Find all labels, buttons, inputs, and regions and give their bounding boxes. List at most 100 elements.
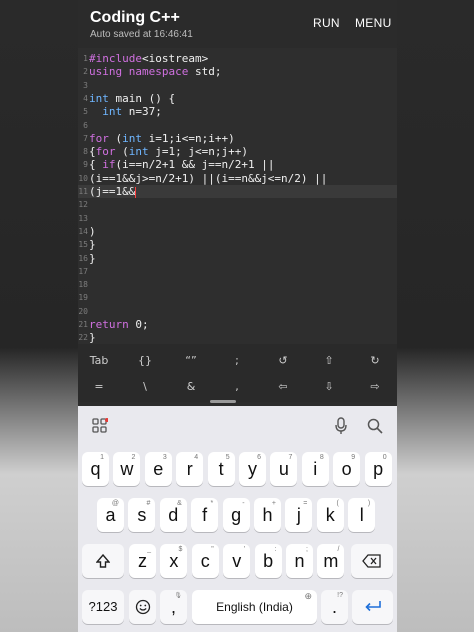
key-o[interactable]: o9 <box>333 452 361 486</box>
microphone-icon[interactable] <box>334 417 348 435</box>
equals-key[interactable]: = <box>84 380 114 393</box>
code-line[interactable]: 7 for (int i=1;i<=n;i++) <box>78 132 397 145</box>
code-line[interactable]: 14) <box>78 225 397 238</box>
phone-screen: Coding C++ Auto saved at 16:46:41 RUN ME… <box>78 0 397 632</box>
code-line[interactable]: 1 #include<iostream> <box>78 52 397 65</box>
key-v[interactable]: v ' <box>223 544 251 578</box>
key-f[interactable]: f * <box>191 498 219 532</box>
key-c[interactable]: c " <box>191 544 219 578</box>
apps-grid-icon[interactable] <box>92 418 108 434</box>
comma-symbol-key[interactable]: , <box>222 380 252 393</box>
key-k[interactable]: k( <box>316 498 344 532</box>
code-line[interactable]: 15} <box>78 238 397 251</box>
key-y[interactable]: y6 <box>239 452 266 486</box>
key-i[interactable]: i8 <box>301 452 329 486</box>
code-line[interactable]: 5 int n=37; <box>78 105 397 118</box>
key-t[interactable]: t5 <box>207 452 235 486</box>
line-number: 12 <box>78 200 88 210</box>
key-label: u <box>278 459 289 479</box>
redo-key[interactable]: ↻ <box>360 354 390 367</box>
tab-key[interactable]: Tab <box>84 354 114 367</box>
code-line[interactable]: 17 <box>78 265 397 278</box>
keyboard-toolbar <box>78 406 397 444</box>
key-j[interactable]: j = <box>285 498 313 532</box>
key-a[interactable]: a @ <box>97 498 124 532</box>
line-number: 22 <box>78 333 88 343</box>
arrow-right-key[interactable]: ⇨ <box>360 380 390 393</box>
key-z[interactable]: z _ <box>129 544 156 578</box>
key-m[interactable]: m / <box>317 544 345 578</box>
key-w[interactable]: w2 <box>113 452 141 486</box>
search-icon[interactable] <box>367 418 383 434</box>
undo-key[interactable]: ↺ <box>268 354 298 367</box>
key-hint: 8 <box>319 454 324 461</box>
line-number: 16 <box>78 253 88 263</box>
code-line[interactable]: 20 <box>78 305 397 318</box>
line-number: 5 <box>83 107 88 117</box>
code-line[interactable]: 19 <box>78 291 397 304</box>
code-line[interactable]: 10 (i==1&&j>=n/2+1) ||(i==n&&j<=n/2) || <box>78 172 397 185</box>
backspace-icon <box>362 554 381 568</box>
run-button[interactable]: RUN <box>313 16 340 30</box>
code-line[interactable]: 21 return 0; <box>78 318 397 331</box>
line-number: 8 <box>83 147 88 157</box>
code-line[interactable]: 18 <box>78 278 397 291</box>
arrow-left-key[interactable]: ⇦ <box>268 380 298 393</box>
backslash-key[interactable]: \ <box>130 380 160 393</box>
code-text: } <box>89 238 96 252</box>
key-b[interactable]: b: <box>254 544 282 578</box>
code-line[interactable]: 3 <box>78 79 397 92</box>
shift-up-key[interactable]: ⇧ <box>314 354 344 367</box>
line-number: 9 <box>83 160 88 170</box>
key-s[interactable]: s # <box>128 498 156 532</box>
code-line[interactable]: 9{ if(i==n/2+1 && j==n/2+1 || <box>78 158 397 171</box>
key-label: v <box>232 551 242 571</box>
code-line[interactable]: 11 (j==1&& <box>78 185 397 198</box>
key-label: i <box>313 459 318 479</box>
key-hint: 3 <box>162 454 167 461</box>
code-line[interactable]: 6 <box>78 119 397 132</box>
period-key[interactable]: .!? <box>321 590 348 624</box>
code-line[interactable]: 16} <box>78 252 397 265</box>
braces-key[interactable]: {} <box>130 354 160 367</box>
semicolon-key[interactable]: ; <box>222 354 252 367</box>
space-key[interactable]: English (India) ⊕ <box>192 590 317 624</box>
code-editor[interactable]: 1 #include<iostream> 2 using namespace std;… <box>78 48 397 344</box>
menu-button[interactable]: MENU <box>355 16 392 30</box>
backspace-key[interactable] <box>351 544 393 578</box>
key-r[interactable]: r4 <box>176 452 204 486</box>
key-hint: 1 <box>100 454 104 461</box>
line-number: 15 <box>78 240 88 250</box>
enter-key[interactable] <box>352 590 393 624</box>
key-d[interactable]: d & <box>159 498 187 532</box>
code-line[interactable]: 8 {for (int j=1; j<=n;j++) <box>78 145 397 158</box>
emoji-key[interactable] <box>129 590 156 624</box>
key-l[interactable]: l) <box>348 498 376 532</box>
key-p[interactable]: p0 <box>364 452 392 486</box>
ampersand-key[interactable]: & <box>176 380 206 393</box>
code-line[interactable]: 12 <box>78 198 397 211</box>
key-label: f <box>202 505 208 525</box>
code-line[interactable]: 2 using namespace std; <box>78 65 397 78</box>
key-u[interactable]: u7 <box>270 452 298 486</box>
code-line[interactable]: 13 <box>78 212 397 225</box>
key-x[interactable]: x $ <box>160 544 188 578</box>
key-hint: 9 <box>351 454 356 461</box>
on-screen-keyboard: q 1 w 2 e 3 r 4 t 5 y 6 u 7 i 8 o 9 p 0 a @ s # d & f * g - h + j = k(l) z _… <box>78 406 397 632</box>
key-h[interactable]: h + <box>254 498 281 532</box>
comma-key[interactable]: , 🎙 <box>160 590 187 624</box>
line-number: 18 <box>78 280 88 290</box>
key-n[interactable]: n; <box>286 544 313 578</box>
numbers-key[interactable]: ?123 <box>82 590 124 624</box>
arrow-down-key[interactable]: ⇩ <box>314 380 344 393</box>
quotes-key[interactable]: “” <box>176 354 206 367</box>
key-q[interactable]: q1 <box>82 452 109 486</box>
shift-key[interactable] <box>82 544 124 578</box>
code-text: int main () { <box>89 91 176 105</box>
key-g[interactable]: g- <box>222 498 250 532</box>
drag-handle[interactable] <box>210 400 236 403</box>
key-e[interactable]: e3 <box>144 452 172 486</box>
key-hint: ' <box>243 546 246 553</box>
code-line[interactable]: 22} <box>78 331 397 344</box>
code-line[interactable]: 4 int main () { <box>78 92 397 105</box>
